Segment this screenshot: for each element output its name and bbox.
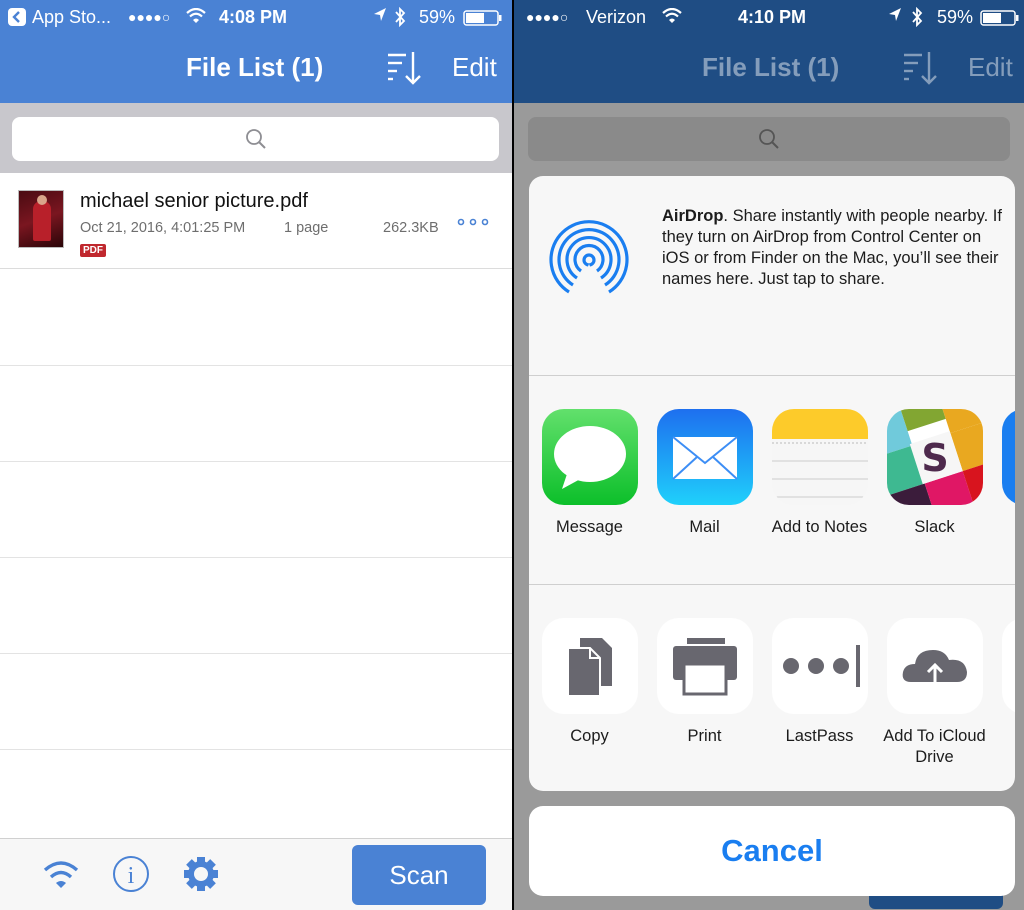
navigation-bar: ●●●●○ Verizon 4:10 PM 59% File List (1) … [514,0,1024,103]
action-copy[interactable]: Copy [532,618,647,747]
action-print[interactable]: Print [647,618,762,747]
status-bar: ●●●●○ Verizon 4:10 PM 59% [514,0,1024,36]
share-sheet: AirDrop. Share instantly with people nea… [529,176,1015,791]
action-label: LastPass [785,727,854,745]
info-icon[interactable]: i [112,855,150,898]
svg-text:S: S [921,436,948,480]
navigation-bar: App Sto... ●●●●○ 4:08 PM 59% File List (… [0,0,512,103]
copy-icon [541,618,638,714]
file-list-item[interactable]: michael senior picture.pdf Oct 21, 2016,… [0,173,512,269]
bluetooth-icon [394,6,406,32]
print-icon [656,618,753,714]
bluetooth-icon [911,6,923,32]
signal-strength: ●●●●○ [128,9,171,25]
edit-button: Edit [968,52,1013,82]
empty-row [0,462,512,558]
share-app-slack[interactable]: S Slack [877,409,992,538]
status-time: 4:10 PM [738,7,807,27]
bottom-toolbar: i Scan [0,838,512,910]
more-options-icon[interactable] [457,214,489,232]
file-type-badge: PDF [80,244,106,257]
action-add-to-icloud-drive[interactable]: Add To iCloud Drive [877,618,992,768]
page-title: File List (1) [186,52,324,82]
wifi-icon [662,7,682,29]
file-list-screen: App Sto... ●●●●○ 4:08 PM 59% File List (… [0,0,512,910]
file-thumbnail [18,190,64,248]
share-actions-row[interactable]: Copy Print LastPass Add To iCloud Drive [529,586,1015,791]
action-lastpass[interactable]: LastPass [762,618,877,747]
battery-percent: 59% [419,7,456,27]
file-page-count: 1 page [284,220,329,236]
share-app-label: Message [556,518,623,536]
file-size: 262.3KB [383,220,439,236]
search-icon [244,127,268,156]
empty-row [0,270,512,366]
location-icon [888,7,902,28]
share-app-mail[interactable]: Mail [647,409,762,538]
lastpass-icon [771,618,868,714]
battery-icon [980,10,1020,31]
back-app-label[interactable]: App Sto... [32,7,111,28]
status-bar: App Sto... ●●●●○ 4:08 PM 59% [0,0,512,36]
back-to-app-icon[interactable] [8,8,26,31]
partial-action-icon [1001,618,1015,714]
page-title: File List (1) [702,52,840,82]
search-input[interactable] [12,117,499,161]
file-date: Oct 21, 2016, 4:01:25 PM [80,220,246,236]
share-app-message[interactable]: Message [532,409,647,538]
airdrop-section: AirDrop. Share instantly with people nea… [529,176,1015,376]
mail-icon [656,409,753,505]
search-icon [757,127,781,156]
share-app-label: Add to Notes [771,518,868,536]
location-icon [373,7,387,28]
notes-icon [771,409,868,505]
action-label: Add To iCloud Drive [883,727,986,766]
empty-row [0,366,512,462]
share-app-label: Slack [914,518,955,536]
search-bar-container [0,103,512,173]
status-time: 4:08 PM [219,7,288,27]
empty-row [0,558,512,654]
battery-percent: 59% [937,7,974,27]
icloud-upload-icon [886,618,983,714]
share-apps-row[interactable]: Message Mail Add to Notes S Slack [529,377,1015,585]
messages-icon [541,409,638,505]
signal-strength: ●●●●○ [526,9,569,25]
action-label: Print [687,727,722,745]
action-label: Copy [570,727,609,745]
airdrop-title: AirDrop [662,207,724,225]
sort-icon [902,50,938,91]
scan-button[interactable]: Scan [352,845,486,905]
wifi-transfer-icon[interactable] [42,859,80,896]
carrier-name: Verizon [586,7,647,27]
file-name: michael senior picture.pdf [80,190,308,212]
svg-text:i: i [128,863,135,889]
settings-gear-icon[interactable] [182,855,220,898]
airdrop-description: AirDrop. Share instantly with people nea… [662,206,1007,290]
battery-icon [463,10,503,31]
share-app-more-partial[interactable] [992,409,1015,505]
sort-icon[interactable] [386,50,422,91]
share-sheet-screen: ●●●●○ Verizon 4:10 PM 59% File List (1) … [514,0,1024,910]
share-app-label: Mail [689,518,720,536]
action-more-partial[interactable] [992,618,1015,714]
edit-button[interactable]: Edit [452,52,497,83]
airdrop-icon [547,218,631,307]
slack-icon: S [886,409,983,505]
partial-app-icon [1001,409,1015,505]
cancel-button[interactable]: Cancel [529,806,1015,896]
wifi-icon [186,7,206,29]
empty-row [0,654,512,750]
dimmed-search [528,117,1010,161]
share-app-notes[interactable]: Add to Notes [762,409,877,538]
